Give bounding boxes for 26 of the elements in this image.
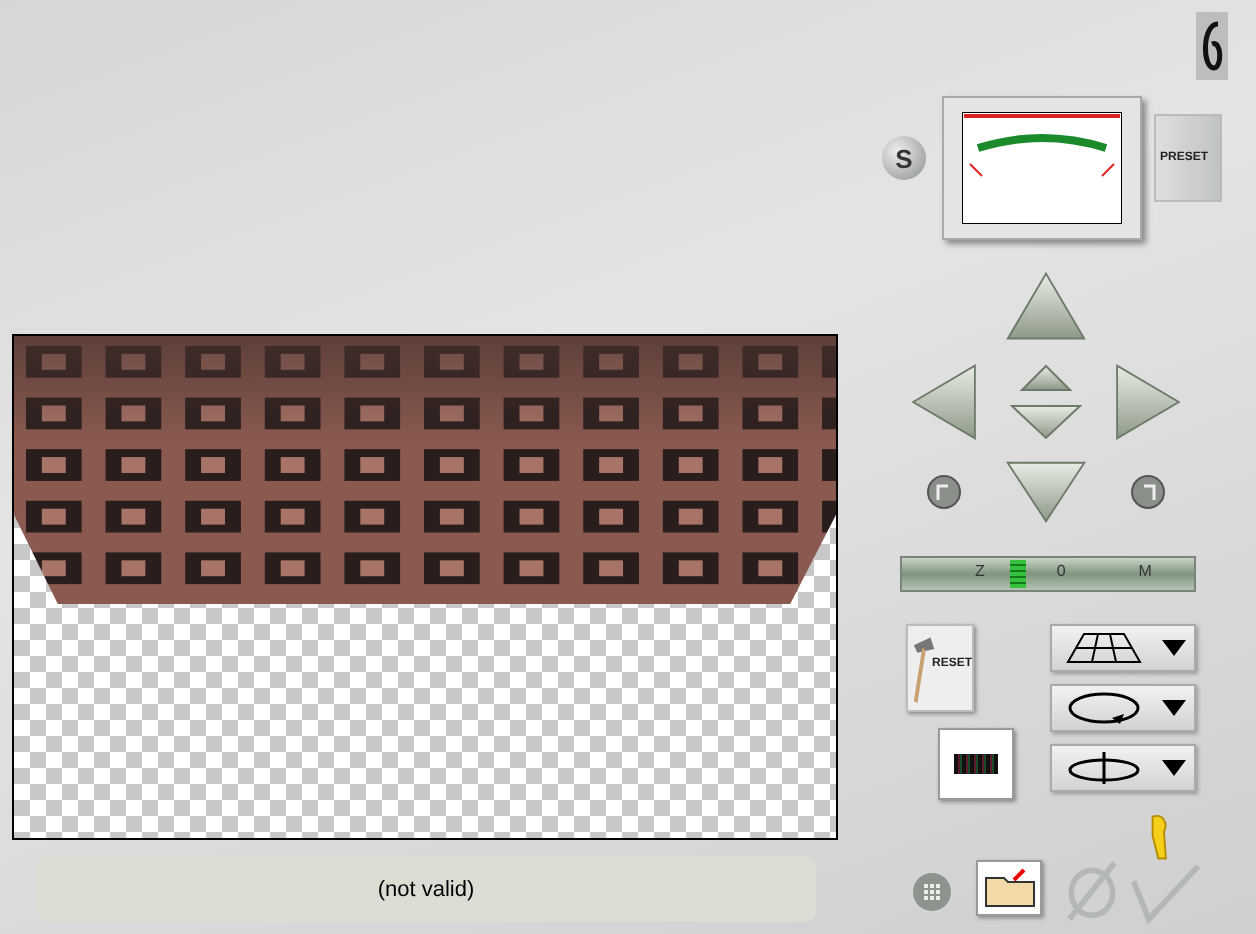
- open-folder-button[interactable]: [976, 860, 1042, 916]
- rotate-right-button[interactable]: [1130, 474, 1166, 510]
- status-text: (not valid): [377, 877, 475, 901]
- slider-tick-label: M: [1138, 562, 1152, 580]
- dropdown-button[interactable]: [1050, 744, 1196, 792]
- zoom-slider[interactable]: Z 0 M: [900, 556, 1196, 592]
- caret-icon: [1162, 760, 1186, 776]
- thumbnail-image: [954, 754, 998, 774]
- style-button[interactable]: S: [882, 136, 926, 180]
- folder-icon: [983, 868, 1035, 908]
- caret-icon: [1162, 640, 1186, 656]
- slider-tick-label: Z: [975, 562, 985, 580]
- small-down-arrow-button[interactable]: [1010, 404, 1082, 440]
- ok-checkmark-icon[interactable]: [1126, 812, 1202, 924]
- dropdown-button[interactable]: [1050, 624, 1196, 672]
- grid-icon[interactable]: [912, 872, 952, 912]
- rotate-icon: [1064, 690, 1144, 726]
- rotate-left-button[interactable]: [926, 474, 962, 510]
- perspective-grid-icon: [1064, 630, 1144, 666]
- dropdown-button[interactable]: [1050, 684, 1196, 732]
- flip-icon: [1064, 750, 1144, 786]
- small-up-arrow-button[interactable]: [1020, 364, 1072, 392]
- slider-thumb[interactable]: [1010, 560, 1027, 588]
- caret-icon: [1162, 700, 1186, 716]
- slider-tick-label: 0: [1056, 562, 1066, 580]
- preview-thumbnail-button[interactable]: [938, 728, 1014, 800]
